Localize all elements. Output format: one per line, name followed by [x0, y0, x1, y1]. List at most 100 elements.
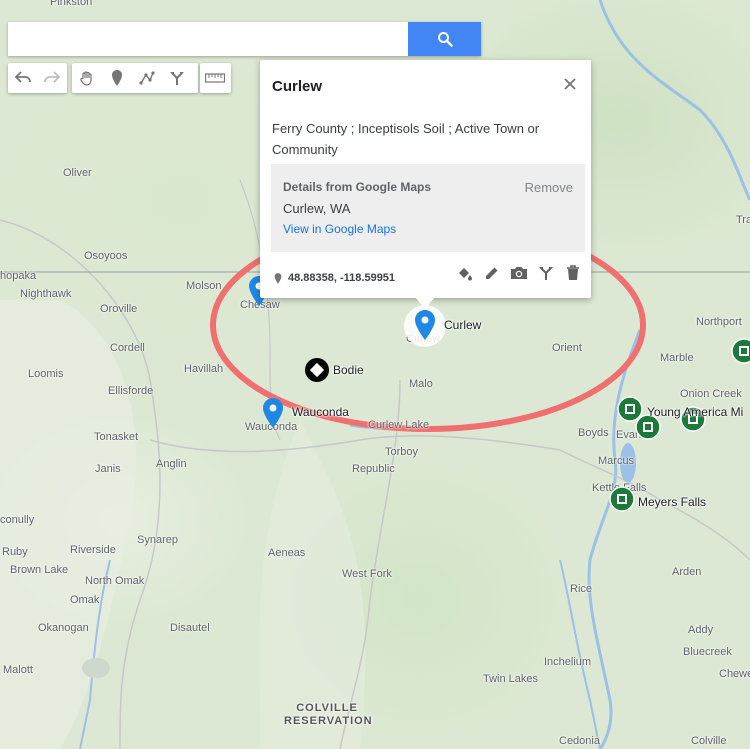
search-button[interactable]	[408, 22, 481, 56]
place-label: Anglin	[156, 458, 187, 470]
place-label: Synarep	[137, 534, 178, 546]
place-label: Orient	[552, 342, 582, 354]
place-label: Malo	[409, 378, 433, 390]
ruler-icon	[205, 73, 225, 83]
place-label: Tonasket	[94, 431, 139, 443]
popup-title: Curlew	[272, 78, 323, 95]
place-label: North Omak	[85, 575, 145, 587]
place-label: Osoyoos	[84, 250, 128, 262]
map-pin-icon[interactable]	[263, 398, 283, 428]
directions-button[interactable]	[162, 63, 192, 93]
redo-icon	[44, 71, 61, 83]
marker-label[interactable]: Young America Mi	[647, 405, 743, 419]
popup-actions	[454, 262, 584, 284]
place-label: Torboy	[385, 446, 419, 458]
style-button[interactable]	[454, 262, 476, 284]
add-marker-button[interactable]	[102, 63, 132, 93]
undo-button[interactable]	[8, 63, 38, 93]
draw-line-button[interactable]	[132, 63, 162, 93]
place-label: hopaka	[0, 270, 37, 282]
drawing-tools	[72, 63, 198, 93]
place-label: Malott	[3, 664, 33, 676]
place-label: West Fork	[342, 568, 392, 580]
place-label: Molson	[186, 280, 222, 292]
place-label: Okanogan	[38, 622, 89, 634]
place-label: Pinkston	[50, 0, 93, 8]
place-label: Marble	[660, 352, 694, 364]
place-label: Marcus	[598, 455, 635, 467]
marker-label[interactable]: Curlew	[444, 318, 481, 332]
place-label: Northport	[696, 316, 742, 328]
place-label: Disautel	[170, 622, 210, 634]
camera-icon	[511, 267, 527, 279]
place-label: Chewe	[719, 668, 750, 680]
close-icon	[564, 78, 576, 90]
pan-tool-button[interactable]	[72, 63, 102, 93]
place-label: Curlew Lake	[368, 419, 430, 431]
view-in-google-maps-link[interactable]: View in Google Maps	[283, 222, 396, 236]
place-label: Cedonia	[559, 735, 600, 747]
search-icon	[437, 32, 453, 47]
place-label: Omak	[70, 594, 100, 606]
reservation-label: COLVILLE RESERVATION	[284, 702, 373, 727]
mine-marker-icon[interactable]	[731, 338, 750, 364]
marker-label[interactable]: Meyers Falls	[638, 495, 706, 509]
place-label: Brown Lake	[10, 564, 69, 576]
place-label: Aeneas	[268, 547, 306, 559]
place-label: Tra	[736, 214, 750, 226]
location-pin-icon	[274, 272, 282, 284]
place-label: Riverside	[70, 544, 116, 556]
measure-tool-group	[200, 63, 231, 93]
line-icon	[139, 71, 155, 85]
measure-button[interactable]	[200, 63, 230, 93]
directions-icon	[539, 267, 553, 280]
place-label: Oliver	[63, 167, 92, 179]
redo-button[interactable]	[38, 63, 68, 93]
mine-marker-icon[interactable]	[609, 486, 635, 512]
map-pin-icon[interactable]	[415, 310, 435, 340]
place-label: Janis	[95, 463, 121, 475]
delete-button[interactable]	[562, 262, 584, 284]
place-label: conully	[0, 514, 35, 526]
place-label: Colville	[691, 735, 727, 747]
place-label: Boyds	[578, 427, 609, 439]
hand-icon	[80, 71, 92, 86]
place-label: Addy	[688, 624, 714, 636]
trash-icon	[567, 265, 579, 280]
details-heading: Details from Google Maps	[283, 180, 432, 194]
place-label: Havillah	[184, 363, 224, 375]
marker-label[interactable]: Bodie	[333, 363, 364, 377]
place-label: Ellisforde	[108, 385, 154, 397]
place-label: Oroville	[100, 303, 138, 315]
coordinates: 48.88358, -118.59951	[274, 272, 395, 284]
diamond-marker-icon[interactable]	[304, 357, 330, 383]
route-icon	[170, 72, 184, 85]
place-label: Cordell	[110, 342, 145, 354]
place-label: Republic	[352, 463, 395, 475]
place-label: Nighthawk	[20, 288, 72, 300]
remove-link[interactable]: Remove	[525, 180, 573, 195]
place-label: Bluecreek	[683, 646, 732, 658]
marker-label[interactable]: Wauconda	[292, 405, 349, 419]
edit-button[interactable]	[481, 262, 503, 284]
search-input[interactable]	[8, 22, 408, 56]
place-label: Onion Creek	[680, 388, 742, 400]
popup-description: Ferry County ; Inceptisols Soil ; Active…	[272, 121, 540, 157]
place-label: Ruby	[2, 546, 28, 558]
google-maps-details: Details from Google Maps Remove Curlew, …	[271, 164, 585, 252]
place-label: Rice	[570, 583, 593, 595]
undo-icon	[14, 71, 31, 83]
popup-tail	[415, 297, 435, 309]
place-label: Loomis	[28, 368, 64, 380]
place-label: Twin Lakes	[483, 673, 539, 685]
place-label: Arden	[672, 566, 702, 578]
directions-to-here-button[interactable]	[535, 262, 557, 284]
add-photo-button[interactable]	[508, 262, 530, 284]
undo-redo-group	[8, 63, 67, 93]
marker-icon	[112, 70, 122, 86]
edit-pencil-icon	[486, 267, 498, 279]
details-address: Curlew, WA	[283, 201, 351, 216]
paint-bucket-icon	[459, 268, 472, 281]
place-label: Inchelium	[544, 656, 592, 668]
close-button[interactable]	[560, 74, 580, 94]
